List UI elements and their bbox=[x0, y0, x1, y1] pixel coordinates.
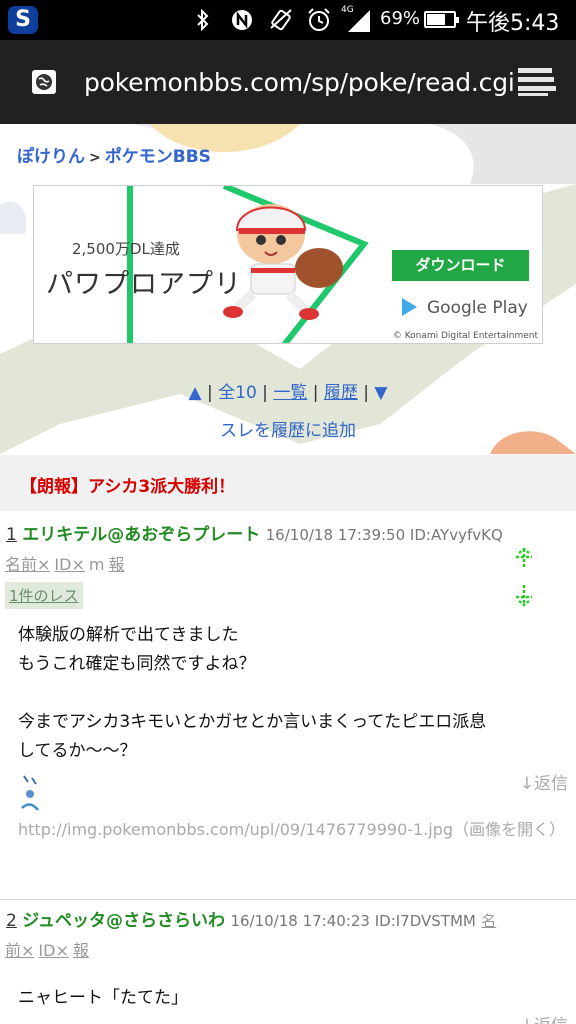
hide-name-button[interactable]: 前× bbox=[5, 941, 34, 960]
ad-app-name: パワプロアプリ bbox=[46, 269, 242, 300]
battery-percent: 69% bbox=[380, 8, 421, 29]
clock: 午後5:43 bbox=[466, 11, 560, 36]
post-divider bbox=[0, 899, 576, 900]
app-logo-icon: S bbox=[8, 6, 38, 34]
post-body: ニャヒート「たてた」 bbox=[18, 988, 188, 1008]
post-meta: 16/10/18 17:39:50 ID:AYvyfvKQ bbox=[265, 526, 503, 544]
post-number[interactable]: 1 bbox=[6, 525, 17, 545]
add-to-history-link[interactable]: スレを履歴に追加 bbox=[0, 416, 576, 441]
bluetooth-icon bbox=[197, 9, 209, 31]
baseball-player-illustration bbox=[223, 204, 343, 320]
post-tools: 名前× ID× m 報 bbox=[5, 551, 128, 575]
breadcrumb-home-link[interactable]: ぽけりん bbox=[17, 147, 85, 167]
nfc-icon bbox=[232, 10, 252, 30]
alarm-icon bbox=[308, 8, 330, 31]
all-posts-link[interactable]: 全10 bbox=[218, 383, 257, 403]
report-button[interactable]: 報 bbox=[108, 555, 124, 574]
url-field[interactable]: pokemonbbs.com/sp/poke/read.cgi bbox=[84, 68, 515, 97]
scroll-down-arrow-icon[interactable]: ▼ bbox=[374, 383, 387, 403]
thread-title: 【朗報】アシカ3派大勝利！ bbox=[20, 477, 236, 497]
browser-menu-icon[interactable] bbox=[518, 68, 556, 96]
reply-link[interactable]: ↓返信 bbox=[520, 769, 568, 794]
google-play-badge[interactable]: Google Play bbox=[402, 298, 528, 318]
post-header: 1 エリキテル@あおぞらプレート 16/10/18 17:39:50 ID:AY… bbox=[6, 520, 503, 545]
google-play-label: Google Play bbox=[427, 298, 528, 318]
ad-download-button[interactable]: ダウンロード bbox=[392, 250, 529, 281]
post-tools: 前× ID× 報 bbox=[5, 937, 93, 961]
breadcrumb-separator: > bbox=[89, 150, 101, 166]
poster-name: ジュペッタ@さらさらいわ bbox=[22, 911, 226, 931]
breadcrumb: ぽけりん > ポケモンBBS bbox=[17, 142, 211, 167]
post: 2 ジュペッタ@さらさらいわ 16/10/18 17:40:23 ID:I7DV… bbox=[0, 906, 576, 1024]
signal-label: 4G bbox=[341, 5, 354, 15]
page-content: ぽけりん > ポケモンBBS 2,500万DL達成 パワプロアプリ ダウンロード G… bbox=[0, 124, 576, 1024]
battery-fill bbox=[427, 14, 445, 25]
post-meta: 16/10/18 17:40:23 ID:I7DVSTMM bbox=[230, 912, 476, 930]
post-number[interactable]: 2 bbox=[6, 911, 17, 931]
mark-button[interactable]: m bbox=[89, 555, 105, 574]
ad-copyright: © Konami Digital Entertainment bbox=[392, 331, 538, 341]
post-body: 体験版の解析で出てきました もうこれ確定も同然ですよね？ 今までアシカ3キモいと… bbox=[18, 625, 487, 761]
ad-banner[interactable]: 2,500万DL達成 パワプロアプリ ダウンロード Google Play © … bbox=[33, 185, 543, 344]
reply-link[interactable]: ↓返信 bbox=[520, 1011, 568, 1024]
status-bar: S 4G 69% 午後5:43 bbox=[0, 0, 576, 40]
browser-toolbar: pokemonbbs.com/sp/poke/read.cgi bbox=[0, 40, 576, 124]
post-header: 2 ジュペッタ@さらさらいわ 16/10/18 17:40:23 ID:I7DV… bbox=[6, 906, 496, 931]
hide-name-button[interactable]: 名前× bbox=[5, 555, 50, 574]
google-play-icon bbox=[402, 298, 417, 316]
post: 1 エリキテル@あおぞらプレート 16/10/18 17:39:50 ID:AY… bbox=[0, 520, 576, 900]
hide-id-button[interactable]: ID× bbox=[54, 555, 84, 574]
ad-download-count: 2,500万DL達成 bbox=[72, 240, 180, 258]
report-button[interactable]: 報 bbox=[73, 941, 89, 960]
replies-link[interactable]: 1件のレス bbox=[5, 582, 83, 609]
vibrate-icon bbox=[270, 9, 292, 31]
jump-up-icon[interactable] bbox=[512, 547, 536, 571]
poster-name: エリキテル@あおぞらプレート bbox=[22, 525, 261, 545]
thread-navigation: ▲ | 全10 | 一覧 | 履歴 | ▼ bbox=[188, 383, 388, 403]
history-link[interactable]: 履歴 bbox=[324, 383, 358, 403]
thread-title-band: 【朗報】アシカ3派大勝利！ bbox=[0, 455, 576, 511]
scroll-up-arrow-icon[interactable]: ▲ bbox=[189, 383, 202, 403]
jump-down-icon[interactable] bbox=[512, 583, 536, 607]
battery-icon bbox=[424, 11, 459, 28]
globe-icon[interactable] bbox=[30, 68, 58, 96]
image-link[interactable]: http://img.pokemonbbs.com/upl/09/1476779… bbox=[18, 816, 574, 843]
thread-list-link[interactable]: 一覧 bbox=[273, 383, 307, 403]
image-thumbnail[interactable] bbox=[18, 772, 42, 817]
hide-name-button[interactable]: 名 bbox=[481, 912, 496, 930]
breadcrumb-board-link[interactable]: ポケモンBBS bbox=[105, 147, 211, 167]
hide-id-button[interactable]: ID× bbox=[38, 941, 68, 960]
